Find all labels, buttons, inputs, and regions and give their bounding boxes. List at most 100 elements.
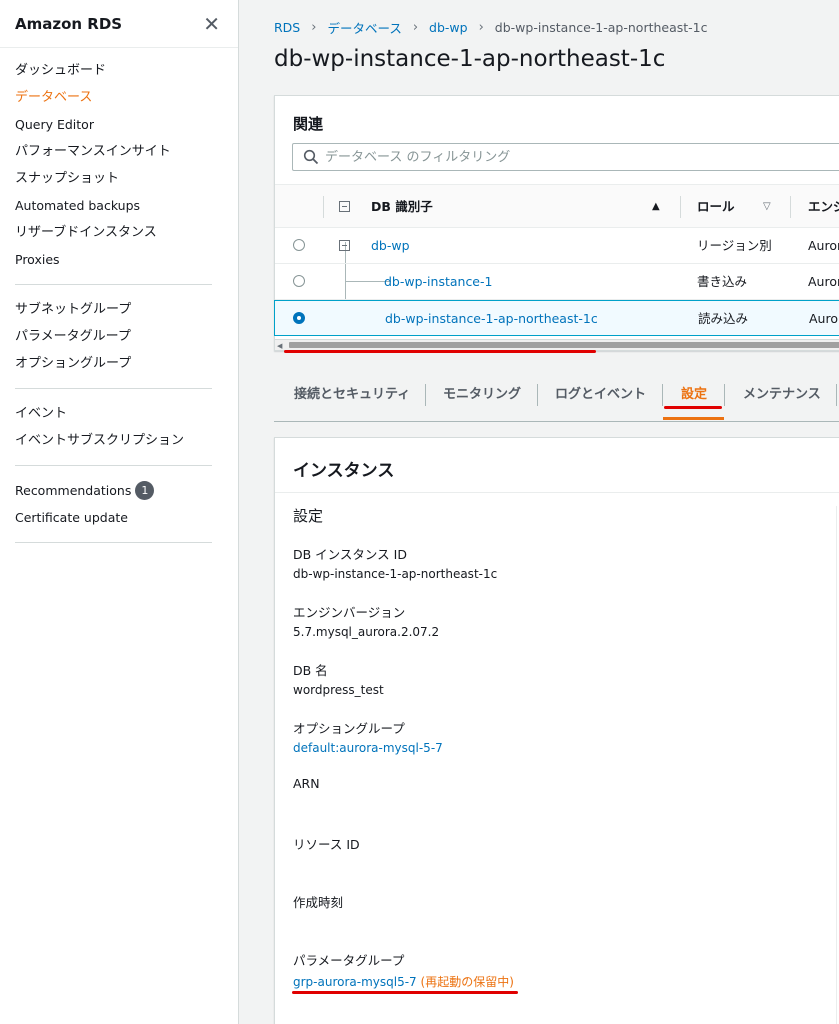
chevron-right-icon: › — [412, 20, 419, 35]
tab-logs-events[interactable]: ログとイベント — [555, 372, 646, 417]
option-group-link[interactable]: default:aurora-mysql-5-7 — [293, 741, 443, 755]
nav-group-main: ダッシュボード データベース Query Editor パフォーマンスインサイト… — [0, 48, 238, 279]
recommendations-count-badge: 1 — [135, 481, 155, 500]
nav-group-groups: サブネットグループ パラメータグループ オプショングループ — [0, 290, 238, 383]
breadcrumb-databases[interactable]: データベース — [327, 18, 401, 37]
row-engine: Auror — [808, 274, 839, 289]
nav-divider — [15, 388, 212, 389]
row-role: 書き込み — [697, 274, 748, 289]
row-radio-selected[interactable] — [293, 312, 305, 324]
related-title: 関連 — [293, 115, 324, 133]
breadcrumb-rds[interactable]: RDS — [274, 20, 300, 35]
created-time-label: 作成時刻 — [293, 895, 344, 910]
sidebar-item-certificate-update[interactable]: Certificate update — [0, 504, 238, 531]
settings-section-title: 設定 — [293, 507, 324, 525]
instance-panel: インスタンス 設定 DB インスタンス ID db-wp-instance-1-… — [274, 437, 839, 1024]
parameter-group-link[interactable]: grp-aurora-mysql5-7 — [293, 975, 417, 989]
column-separator — [790, 196, 791, 218]
sidebar-item-option-groups[interactable]: オプショングループ — [0, 350, 238, 377]
scroll-left-icon[interactable]: ◀ — [277, 342, 282, 350]
db-instance-id-value: db-wp-instance-1-ap-northeast-1c — [293, 567, 498, 581]
tab-separator — [724, 384, 725, 406]
sidebar-header: Amazon RDS ✕ — [0, 0, 238, 48]
tab-connectivity-security[interactable]: 接続とセキュリティ — [294, 372, 410, 417]
collapse-all-icon[interactable] — [339, 201, 350, 212]
nav-divider — [15, 284, 212, 285]
tab-bar: 接続とセキュリティ モニタリング ログとイベント 設定 メンテナンス — [274, 372, 839, 422]
db-name-value: wordpress_test — [293, 683, 384, 697]
resource-id-label: リソース ID — [293, 837, 360, 852]
close-icon[interactable]: ✕ — [203, 14, 220, 34]
row-role: リージョン別 — [697, 238, 772, 253]
breadcrumb-db-wp[interactable]: db-wp — [429, 20, 468, 35]
sidebar-item-recommendations[interactable]: Recommendations 1 — [0, 477, 238, 504]
table-row-selected[interactable]: db-wp-instance-1-ap-northeast-1c 読み込み Au… — [274, 300, 839, 336]
engine-version-value: 5.7.mysql_aurora.2.07.2 — [293, 625, 440, 639]
sort-ascending-icon[interactable]: ▲ — [652, 185, 660, 229]
scrollbar-thumb[interactable] — [289, 342, 839, 348]
tab-separator — [537, 384, 538, 406]
row-engine: Auror — [808, 238, 839, 253]
sidebar: Amazon RDS ✕ ダッシュボード データベース Query Editor… — [0, 0, 239, 1024]
option-group-label: オプショングループ — [293, 721, 405, 736]
row-role: 読み込み — [698, 311, 749, 326]
parameter-group-label: パラメータグループ — [293, 953, 405, 968]
filter-input[interactable] — [325, 149, 805, 165]
instance-title: インスタンス — [275, 438, 839, 493]
parameter-group-value: grp-aurora-mysql5-7 (再起動の保留中) — [293, 973, 514, 990]
nav-divider — [15, 542, 212, 543]
tab-monitoring[interactable]: モニタリング — [443, 372, 521, 417]
nav-group-recommendations: Recommendations 1 Certificate update — [0, 471, 238, 537]
db-name-label: DB 名 — [293, 663, 328, 678]
sort-icon[interactable]: ▽ — [763, 185, 771, 229]
search-icon — [303, 149, 319, 165]
table-row[interactable]: db-wp-instance-1 書き込み Auror — [275, 264, 839, 300]
horizontal-scrollbar[interactable]: ◀ — [275, 339, 839, 350]
column-header-identifier[interactable]: DB 識別子 — [371, 185, 433, 229]
row-identifier-link[interactable]: db-wp-instance-1-ap-northeast-1c — [385, 301, 598, 337]
sidebar-item-automated-backups[interactable]: Automated backups — [0, 192, 238, 219]
annotation-underline — [284, 350, 596, 353]
annotation-underline — [664, 406, 722, 409]
column-header-role[interactable]: ロール — [697, 185, 735, 229]
breadcrumb-current: db-wp-instance-1-ap-northeast-1c — [494, 20, 708, 35]
tab-configuration[interactable]: 設定 — [681, 372, 707, 417]
db-instance-id-label: DB インスタンス ID — [293, 547, 407, 562]
sidebar-item-dashboard[interactable]: ダッシュボード — [0, 57, 238, 84]
collapse-icon[interactable] — [339, 240, 350, 251]
engine-version-label: エンジンバージョン — [293, 605, 406, 620]
row-radio[interactable] — [293, 239, 305, 251]
row-identifier-link[interactable]: db-wp-instance-1 — [384, 264, 492, 300]
nav-divider — [15, 465, 212, 466]
sidebar-item-subnet-groups[interactable]: サブネットグループ — [0, 296, 238, 323]
sidebar-item-parameter-groups[interactable]: パラメータグループ — [0, 323, 238, 350]
sidebar-item-proxies[interactable]: Proxies — [0, 246, 238, 273]
sidebar-item-reserved-instances[interactable]: リザーブドインスタンス — [0, 219, 238, 246]
sidebar-item-events[interactable]: イベント — [0, 400, 238, 427]
tab-separator — [425, 384, 426, 406]
sidebar-item-performance-insights[interactable]: パフォーマンスインサイト — [0, 138, 238, 165]
column-separator — [323, 196, 324, 218]
sidebar-title: Amazon RDS — [15, 14, 123, 33]
sidebar-item-databases[interactable]: データベース — [0, 84, 238, 111]
nav-group-events: イベント イベントサブスクリプション — [0, 394, 238, 460]
sidebar-item-event-subscriptions[interactable]: イベントサブスクリプション — [0, 427, 238, 454]
arn-label: ARN — [293, 776, 320, 791]
tab-separator — [836, 384, 837, 406]
column-separator — [680, 196, 681, 218]
sidebar-item-label: Recommendations — [15, 483, 132, 498]
page-title: db-wp-instance-1-ap-northeast-1c — [274, 46, 666, 72]
active-tab-indicator — [663, 417, 724, 420]
tab-maintenance[interactable]: メンテナンス — [743, 372, 821, 417]
related-panel: 関連 DB 識別子 ▲ ロール ▽ エンジ db-wp リ — [274, 95, 839, 351]
table-header: DB 識別子 ▲ ロール ▽ エンジ — [275, 184, 839, 228]
row-radio[interactable] — [293, 275, 305, 287]
row-identifier-link[interactable]: db-wp — [371, 228, 410, 264]
sidebar-item-query-editor[interactable]: Query Editor — [0, 111, 238, 138]
table-row[interactable]: db-wp リージョン別 Auror — [275, 228, 839, 264]
annotation-underline — [292, 991, 518, 994]
column-header-engine[interactable]: エンジ — [808, 185, 839, 229]
filter-box — [292, 143, 839, 171]
pending-reboot-status: (再起動の保留中) — [420, 975, 514, 989]
sidebar-item-snapshots[interactable]: スナップショット — [0, 165, 238, 192]
